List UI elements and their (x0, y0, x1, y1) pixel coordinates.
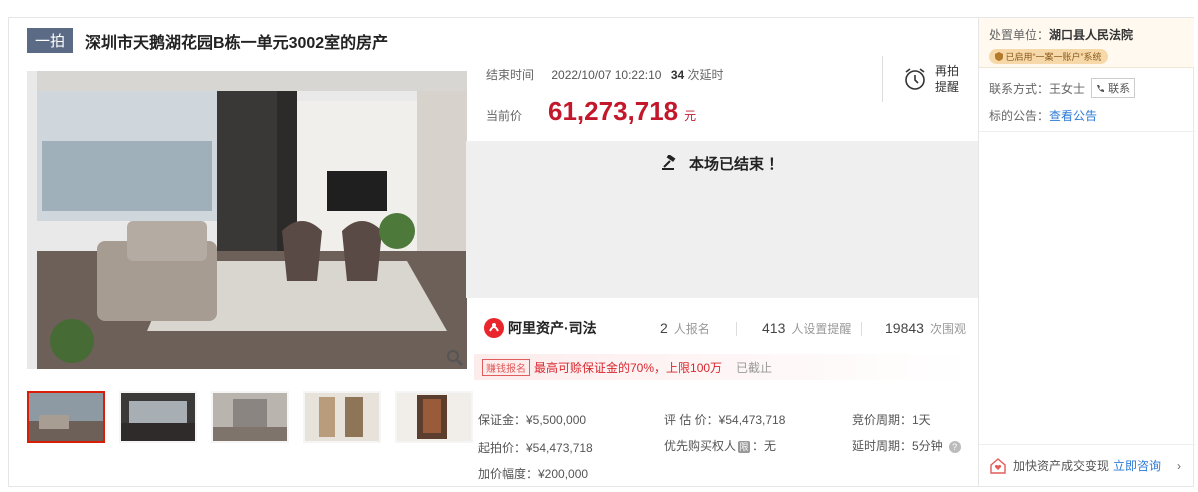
court-info-box: 处置单位：湖口县人民法院 已启用“一案一账户”系统 (979, 18, 1194, 68)
reauction-remind-label: 再拍提醒 (935, 64, 960, 94)
views-stat: 19843 次围观 (885, 320, 966, 337)
signup-label: 人报名 (673, 322, 710, 336)
price-unit: 元 (684, 109, 697, 123)
stat-divider (861, 322, 862, 336)
deposit-status: 已截止 (736, 360, 773, 375)
consult-now-link[interactable]: 立即咨询 (1113, 457, 1161, 474)
auction-card: 一拍 深圳市天鹅湖花园B栋一单元3002室的房产 结束时间 2022/10/07… (8, 17, 1195, 488)
signup-count: 2 (660, 320, 668, 336)
earn-signup-badge: 赚钱报名 (482, 358, 530, 376)
restricted-icon: 限 (738, 440, 751, 453)
platform-brand: 阿里资产·司法 (484, 318, 597, 338)
platform-name: 阿里资产·司法 (508, 320, 597, 336)
deposit-promo-text: 最高可赊保证金的70%，上限100万 (534, 360, 723, 375)
delay-count: 34 (670, 68, 685, 82)
current-price-label: 当前价 (486, 109, 523, 123)
priority-buyer-value: ：无 (752, 439, 777, 453)
alarm-clock-icon (905, 68, 925, 90)
zoom-icon[interactable] (446, 349, 464, 367)
thumbnail-1[interactable] (27, 391, 105, 443)
appraisal-info: 评 估 价：¥54,473,718 (664, 413, 786, 427)
help-icon[interactable]: ? (948, 440, 961, 453)
priority-buyer-label: 优先购买权人 (664, 439, 737, 453)
end-time-row: 结束时间 2022/10/07 10:22:10 34 次延时 (486, 66, 724, 83)
page-title: 深圳市天鹅湖花园B栋一单元3002室的房产 (85, 34, 389, 52)
view-notice-link[interactable]: 查看公告 (1049, 109, 1097, 123)
contact-label: 联系方式：王女士 (989, 81, 1086, 96)
ali-asset-logo-icon (484, 318, 504, 338)
auction-ended-text: 本场已结束 ！ (689, 156, 784, 173)
one-case-account-text: 已启用“一案一账户”系统 (1005, 52, 1102, 62)
stat-divider (736, 322, 737, 336)
notice-row: 标的公告：查看公告 (989, 107, 1097, 124)
delay-period-text: 延时周期：5分钟 (852, 439, 943, 453)
current-price: 61,273,718 (548, 96, 679, 126)
increment-info: 加价幅度：¥200,000 (478, 467, 589, 481)
chevron-right-icon[interactable]: › (1177, 459, 1181, 473)
end-time-value: 2022/10/07 10:22:10 (551, 68, 662, 82)
phone-icon (1097, 85, 1105, 92)
first-auction-badge: 一拍 (27, 28, 74, 53)
reminder-count: 413 (762, 320, 786, 336)
contact-button[interactable]: 联系 (1091, 78, 1136, 98)
consult-promo-row[interactable]: 加快资产成交变现 立即咨询 › (979, 444, 1195, 486)
main-photo[interactable] (27, 71, 467, 369)
court-side-panel: 处置单位：湖口县人民法院 已启用“一案一账户”系统 联系方式：王女士 联系 标的… (978, 18, 1195, 486)
stats-panel: 阿里资产·司法 2 人报名 413 人设置提醒 19843 次围观 赚钱报名 最高可赊… (466, 298, 978, 488)
auction-ended-message: 本场已结束 ！ (466, 153, 978, 174)
contact-row: 联系方式：王女士 联系 (989, 78, 1136, 98)
title-row: 一拍 深圳市天鹅湖花园B栋一单元3002室的房产 (27, 28, 388, 53)
thumbnail-2[interactable] (119, 391, 197, 443)
house-heart-icon (990, 457, 1006, 474)
notice-label: 标的公告： (989, 109, 1050, 123)
reminder-stat: 413 人设置提醒 (762, 320, 851, 337)
court-unit-label: 处置单位： (989, 28, 1050, 42)
deposit-info: 保证金：¥5,500,000 (478, 413, 587, 427)
one-case-account-badge: 已启用“一案一账户”系统 (989, 49, 1108, 64)
thumbnail-strip (27, 391, 473, 443)
signup-stat: 2 人报名 (660, 320, 710, 337)
auction-ended-panel: 本场已结束 ！ (466, 141, 978, 298)
views-count: 19843 (885, 320, 924, 336)
consult-promo-text: 加快资产成交变现 (1013, 459, 1110, 473)
end-time-label: 结束时间 (486, 68, 535, 82)
views-label: 次围观 (929, 322, 966, 336)
delay-period-info: 延时周期：5分钟? (852, 437, 961, 454)
thumbnail-5[interactable] (395, 391, 473, 443)
gavel-icon (661, 154, 676, 170)
court-unit-line: 处置单位：湖口县人民法院 (989, 26, 1184, 43)
bidding-cycle-info: 竞价周期：1天 (852, 413, 931, 427)
priority-buyer-info: 优先购买权人限：无 (664, 437, 776, 454)
thumbnail-3[interactable] (211, 391, 289, 443)
contact-button-label: 联系 (1108, 83, 1131, 95)
delay-label: 次延时 (687, 68, 724, 82)
court-unit-name: 湖口县人民法院 (1049, 28, 1134, 42)
auction-time-box: 结束时间 2022/10/07 10:22:10 34 次延时 当前价 61,2… (466, 18, 978, 141)
side-divider (979, 131, 1195, 132)
deposit-promo-row[interactable]: 赚钱报名 最高可赊保证金的70%，上限100万 已截止 (474, 354, 970, 380)
current-price-row: 当前价 61,273,718 元 (486, 96, 696, 127)
thumbnail-4[interactable] (303, 391, 381, 443)
shield-icon (995, 52, 1003, 61)
reminder-label: 人设置提醒 (791, 322, 852, 336)
reauction-remind-button[interactable]: 再拍提醒 (882, 56, 978, 102)
start-price-info: 起拍价：¥54,473,718 (478, 441, 593, 455)
